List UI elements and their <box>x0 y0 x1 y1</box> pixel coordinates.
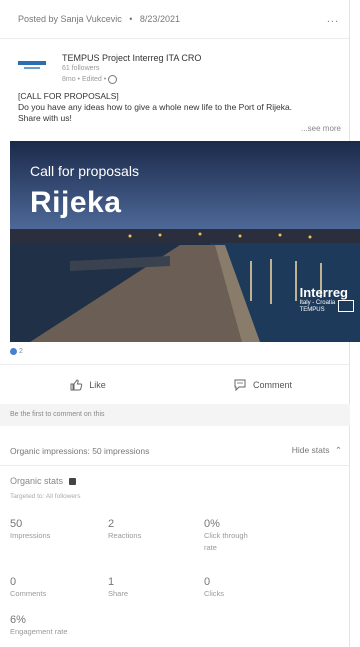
stat-label: Clicks <box>204 589 224 598</box>
hide-stats-toggle[interactable]: Hide stats ⌃ <box>292 445 342 456</box>
reaction-count: 2 <box>19 348 23 355</box>
separator-dot: • <box>129 14 133 24</box>
organic-impressions-label: Organic impressions: 50 impressions <box>10 445 150 456</box>
impressions-row: Organic impressions: 50 impressions Hide… <box>0 436 350 466</box>
comment-icon <box>234 379 246 392</box>
eu-flag-icon <box>338 300 354 312</box>
chevron-up-icon: ⌃ <box>334 445 342 455</box>
reactions-summary[interactable]: 2 <box>10 348 23 355</box>
post-text-line: Share with us! <box>18 113 72 123</box>
stat-label: Reactions <box>108 531 142 540</box>
post-card: Posted by Sanja Vukcevic • 8/23/2021 ...… <box>0 0 360 647</box>
like-reaction-icon <box>10 348 17 355</box>
author-edited: 8mo • Edited • <box>62 76 107 83</box>
stat-clicks: 0 Clicks <box>204 576 224 600</box>
stat-label: Engagement rate <box>10 627 68 636</box>
stat-value: 6% <box>10 614 26 626</box>
stat-label: Impressions <box>10 531 51 540</box>
like-button[interactable]: Like <box>0 378 175 392</box>
stat-share: 1 Share <box>108 576 128 600</box>
stat-value: 0% <box>204 518 220 530</box>
stat-engagement-rate: 6% Engagement rate <box>10 614 68 638</box>
stat-value: 0 <box>204 576 211 588</box>
stat-value: 0 <box>10 576 17 588</box>
stat-label: Click through <box>204 531 248 540</box>
posted-by-line: Posted by Sanja Vukcevic • 8/23/2021 <box>18 14 180 24</box>
stat-value: 2 <box>108 518 115 530</box>
info-icon[interactable] <box>68 478 76 486</box>
thumbs-up-icon <box>70 379 83 391</box>
stat-label: Share <box>108 589 129 598</box>
globe-icon <box>108 74 118 84</box>
stat-reactions: 2 Reactions <box>108 518 141 542</box>
post-text-line: [CALL FOR PROPOSALS] <box>18 91 119 101</box>
stat-value: 50 <box>10 518 23 530</box>
post-body: [CALL FOR PROPOSALS] Do you have any ide… <box>0 85 349 124</box>
author-block[interactable]: TEMPUS Project Interreg ITA CRO 61 follo… <box>0 39 349 85</box>
stat-label-cont: rate <box>204 543 217 552</box>
image-city-title: Rijeka <box>30 186 122 219</box>
action-bar: Like Comment <box>0 364 350 406</box>
author-meta: 8mo • Edited • <box>62 74 201 85</box>
targeted-audience: Targeted to: All followers <box>10 493 81 500</box>
hide-stats-label: Hide stats <box>291 445 330 455</box>
organic-stats-label: Organic stats <box>10 476 64 486</box>
post-date: 8/23/2021 <box>139 14 180 24</box>
see-more-link[interactable]: ...see more <box>301 124 341 133</box>
post-image[interactable]: Call for proposals Rijeka Interreg Italy… <box>10 141 360 342</box>
posted-by-text: Posted by Sanja Vukcevic <box>18 14 122 24</box>
like-label: Like <box>89 380 106 390</box>
organic-stats-title: Organic stats <box>10 476 76 486</box>
comment-button[interactable]: Comment <box>175 378 350 392</box>
first-comment-prompt[interactable]: Be the first to comment on this <box>0 404 350 426</box>
company-logo <box>16 57 54 75</box>
author-followers: 61 followers <box>62 65 100 72</box>
image-headline: Call for proposals <box>30 163 139 179</box>
more-options-button[interactable]: ... <box>327 13 339 25</box>
stat-label: Comments <box>10 589 47 598</box>
author-name[interactable]: TEMPUS Project Interreg ITA CRO <box>62 53 201 63</box>
stat-impressions: 50 Impressions <box>10 518 50 542</box>
post-text-line: Do you have any ideas how to give a whol… <box>18 102 293 112</box>
stat-click-through-rate: 0% Click through rate <box>204 518 248 554</box>
stat-comments: 0 Comments <box>10 576 46 600</box>
post-header: Posted by Sanja Vukcevic • 8/23/2021 ... <box>0 0 349 39</box>
stat-value: 1 <box>108 576 115 588</box>
comment-label: Comment <box>252 380 292 390</box>
